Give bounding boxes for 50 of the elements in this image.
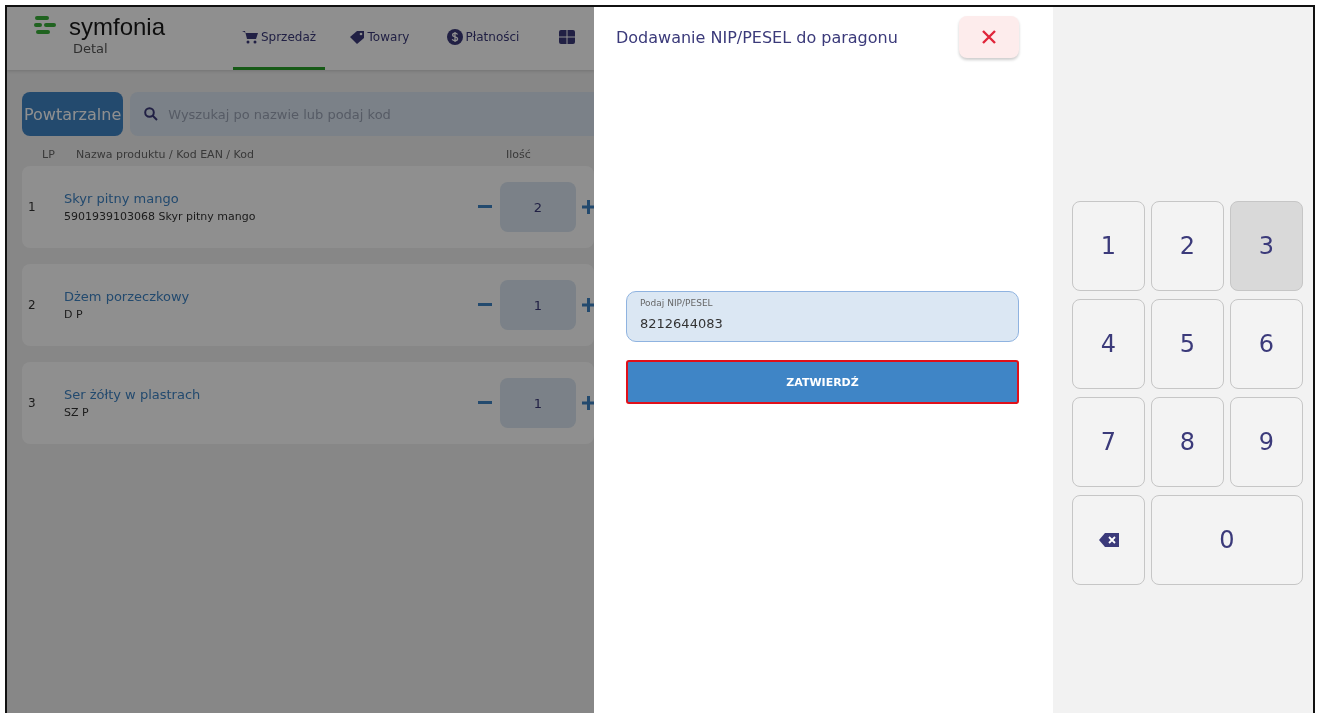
plus-icon	[582, 395, 594, 411]
row-number: 3	[27, 396, 37, 410]
product-code: D P	[64, 308, 84, 321]
keypad-key[interactable]: 5	[1151, 299, 1224, 389]
product-code: SZ P	[64, 406, 90, 419]
product-row[interactable]: 3 Ser żółty w plastrach SZ P 1	[22, 362, 594, 444]
product-name: Ser żółty w plastrach	[64, 387, 202, 402]
column-header: LP	[42, 148, 56, 163]
minus-icon	[478, 205, 492, 209]
plus-icon	[582, 199, 594, 215]
confirm-button[interactable]: ZATWIERDŹ	[626, 360, 1019, 404]
dollar-icon	[446, 29, 463, 45]
minus-icon	[478, 303, 492, 307]
gift-icon	[559, 30, 575, 44]
plus-icon	[582, 297, 594, 313]
quantity-field[interactable]: 1	[500, 378, 576, 428]
cart-icon	[241, 30, 258, 44]
minus-icon	[478, 401, 492, 405]
nav-tab[interactable]: Płatności	[433, 7, 533, 70]
nav-tab[interactable]: Towary	[339, 7, 419, 70]
product-code: 5901939103068 Skyr pitny mango	[64, 210, 257, 223]
column-header: Nazwa produktu / Kod EAN / Kod	[76, 148, 255, 163]
logo-text: symfonia	[69, 13, 166, 41]
close-icon	[982, 30, 996, 44]
keypad-key[interactable]	[1072, 495, 1145, 585]
logo-subtitle: Detal	[73, 41, 109, 56]
product-row[interactable]: 2 Dżem porzeczkowy D P 1	[22, 264, 594, 346]
backspace-icon	[1098, 533, 1119, 547]
column-header: Ilość	[506, 148, 532, 163]
keypad-key[interactable]: 1	[1072, 201, 1145, 291]
keypad-key[interactable]: 6	[1230, 299, 1303, 389]
keypad-key[interactable]: 7	[1072, 397, 1145, 487]
nav-tab[interactable]: Sprzedaż	[233, 7, 325, 70]
row-number: 1	[27, 200, 37, 214]
dialog-title: Dodawanie NIP/PESEL do paragonu	[616, 27, 898, 47]
keypad-key[interactable]: 2	[1151, 201, 1224, 291]
product-name: Dżem porzeczkowy	[64, 289, 191, 304]
keypad-key[interactable]: 8	[1151, 397, 1224, 487]
keypad-key[interactable]: 9	[1230, 397, 1303, 487]
product-row[interactable]: 1 Skyr pitny mango 5901939103068 Skyr pitny mango 2	[22, 166, 594, 248]
close-button[interactable]	[959, 16, 1019, 58]
keypad-key[interactable]: 3	[1230, 201, 1303, 291]
quantity-field[interactable]: 2	[500, 182, 576, 232]
product-name: Skyr pitny mango	[64, 191, 180, 206]
keypad-key[interactable]: 4	[1072, 299, 1145, 389]
field-label: Podaj NIP/PESEL	[640, 298, 713, 308]
keypad-key[interactable]: 0	[1151, 495, 1303, 585]
row-number: 2	[27, 298, 37, 312]
quantity-field[interactable]: 1	[500, 280, 576, 330]
tag-icon	[348, 30, 365, 44]
